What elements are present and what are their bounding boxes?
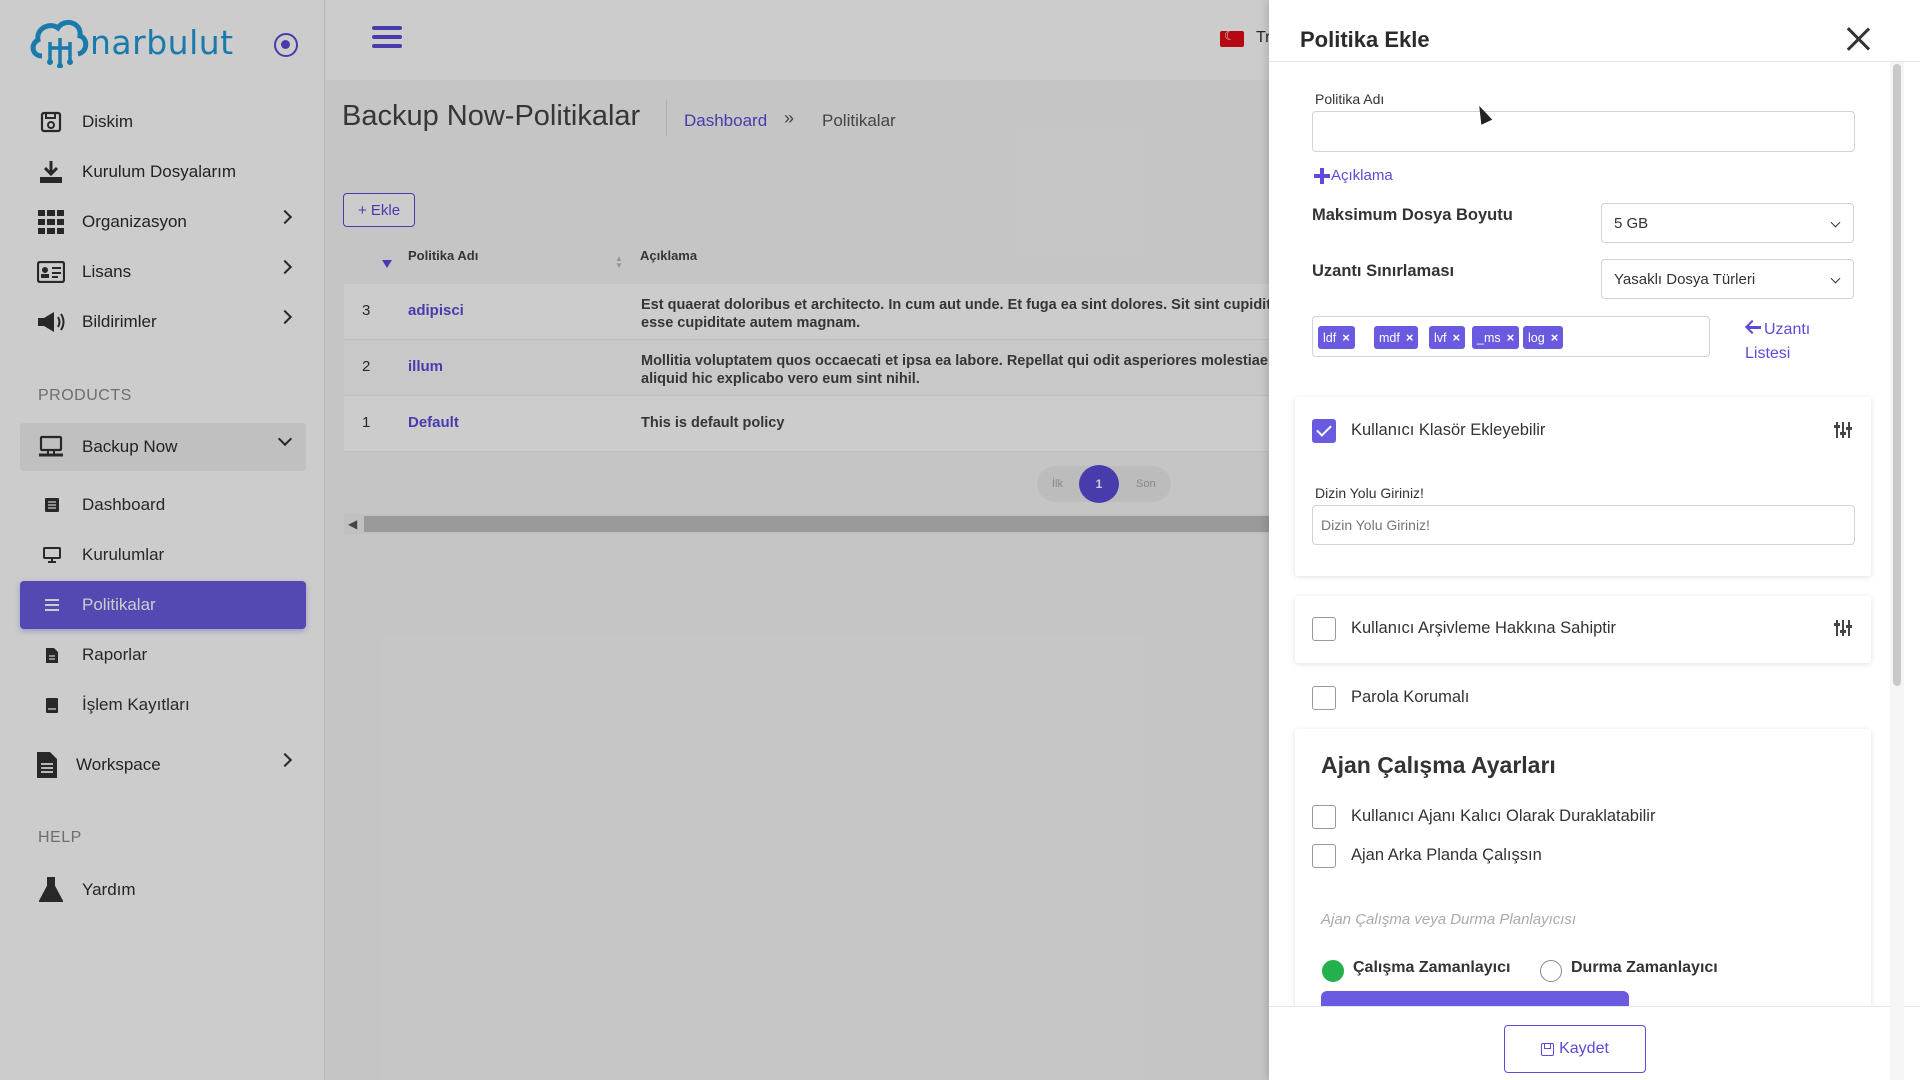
settings-sliders-icon[interactable]: [1834, 620, 1852, 636]
directory-input[interactable]: [1312, 505, 1855, 545]
password-checkbox[interactable]: [1312, 686, 1336, 710]
extension-list-label: Uzantı: [1764, 321, 1811, 338]
max-size-value: 5 GB: [1614, 214, 1649, 232]
drawer-scrollbar[interactable]: [1890, 62, 1904, 1080]
archive-settings-card: Kullanıcı Arşivleme Hakkına Sahiptir: [1295, 596, 1871, 663]
run-scheduler-label: Çalışma Zamanlayıcı: [1353, 959, 1511, 976]
add-policy-drawer: Politika Ekle Politika Adı Açıklama Maks…: [1269, 0, 1920, 1080]
chevron-down-icon: [1830, 217, 1841, 228]
scheduler-panel[interactable]: [1321, 991, 1629, 1007]
folder-settings-card: Kullanıcı Klasör Ekleyebilir Dizin Yolu …: [1295, 397, 1871, 576]
agent-settings-title: Ajan Çalışma Ayarları: [1321, 752, 1556, 778]
agent-background-checkbox[interactable]: [1312, 844, 1336, 868]
close-icon[interactable]: [1845, 26, 1871, 52]
scheduler-placeholder: Ajan Çalışma veya Durma Planlayıcısı: [1321, 911, 1577, 928]
extension-tag: ldf ×: [1318, 326, 1355, 349]
tag-remove-icon[interactable]: ×: [1507, 330, 1515, 345]
password-checkbox-label: Parola Korumalı: [1351, 688, 1470, 706]
policy-name-label: Politika Adı: [1315, 91, 1385, 107]
tag-remove-icon[interactable]: ×: [1406, 330, 1414, 345]
agent-pause-label: Kullanıcı Ajanı Kalıcı Olarak Duraklatab…: [1351, 807, 1656, 825]
drawer-title: Politika Ekle: [1300, 27, 1430, 52]
policy-name-input[interactable]: [1312, 111, 1855, 152]
extension-tags-input[interactable]: ldf × mdf × lvf × _ms × log ×: [1312, 316, 1710, 357]
extension-limit-select[interactable]: Yasaklı Dosya Türleri: [1601, 259, 1854, 299]
tag-remove-icon[interactable]: ×: [1453, 330, 1461, 345]
chevron-down-icon: [1830, 273, 1841, 284]
agent-pause-checkbox[interactable]: [1312, 805, 1336, 829]
save-label: Kaydet: [1559, 1040, 1609, 1057]
drawer-footer: Kaydet: [1269, 1006, 1920, 1080]
extension-tag: mdf ×: [1374, 326, 1419, 349]
plus-icon: [1314, 167, 1330, 184]
add-description-label: Açıklama: [1331, 167, 1393, 184]
max-size-select[interactable]: 5 GB: [1601, 203, 1854, 243]
archive-checkbox-label: Kullanıcı Arşivleme Hakkına Sahiptir: [1351, 619, 1617, 637]
stop-scheduler-label: Durma Zamanlayıcı: [1571, 959, 1718, 976]
drawer-header: Politika Ekle: [1269, 0, 1920, 62]
scrollbar-thumb[interactable]: [1893, 64, 1901, 686]
tag-remove-icon[interactable]: ×: [1551, 330, 1559, 345]
extension-list-label-2: Listesi: [1745, 345, 1791, 362]
extension-limit-label: Uzantı Sınırlaması: [1312, 262, 1455, 280]
agent-background-label: Ajan Arka Planda Çalışsın: [1351, 846, 1542, 864]
folder-checkbox[interactable]: [1312, 419, 1336, 443]
arrow-left-icon: [1745, 320, 1761, 334]
extension-tag: log ×: [1523, 326, 1564, 349]
folder-checkbox-label: Kullanıcı Klasör Ekleyebilir: [1351, 421, 1546, 439]
settings-sliders-icon[interactable]: [1834, 422, 1852, 438]
extension-limit-value: Yasaklı Dosya Türleri: [1614, 270, 1756, 288]
stop-scheduler-radio[interactable]: [1540, 960, 1562, 982]
directory-label: Dizin Yolu Giriniz!: [1315, 485, 1424, 501]
extension-list-link[interactable]: Uzantı Listesi: [1745, 318, 1810, 366]
save-button[interactable]: Kaydet: [1504, 1025, 1646, 1073]
add-description-link[interactable]: Açıklama: [1314, 167, 1393, 184]
run-scheduler-radio[interactable]: [1322, 960, 1344, 982]
tag-remove-icon[interactable]: ×: [1342, 330, 1350, 345]
archive-checkbox[interactable]: [1312, 617, 1336, 641]
extension-tag: lvf ×: [1429, 326, 1466, 349]
max-size-label: Maksimum Dosya Boyutu: [1312, 206, 1513, 224]
extension-tag: _ms ×: [1472, 326, 1520, 349]
save-icon: [1541, 1042, 1555, 1056]
